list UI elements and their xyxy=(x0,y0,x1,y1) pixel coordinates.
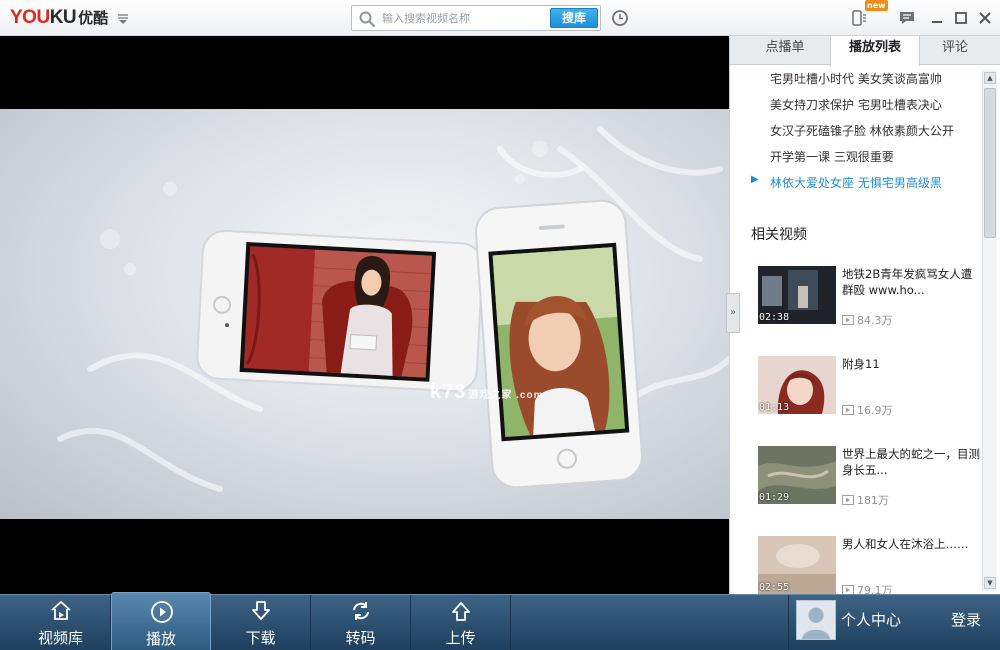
nav-label: 视频库 xyxy=(37,629,83,647)
right-sidebar: 点播单 播放列表 评论 宅男吐槽小时代 美女笑谈高富帅 美女持刀求保护 宅男吐槽… xyxy=(729,36,1000,597)
close-icon[interactable] xyxy=(976,9,994,27)
search-box: 搜库 xyxy=(351,5,601,31)
playlist-item[interactable]: 宅男吐槽小时代 美女笑谈高富帅 xyxy=(730,70,982,96)
play-circle-icon xyxy=(151,601,173,623)
playlist: 宅男吐槽小时代 美女笑谈高富帅 美女持刀求保护 宅男吐槽表决心 女汉子死磕锥子脸… xyxy=(730,70,982,200)
search-button[interactable]: 搜库 xyxy=(550,8,598,28)
related-video-item[interactable]: 02:38 地铁2B青年发疯骂女人遭群殴 www.ho... 84.3万 xyxy=(758,266,982,356)
download-arrow-icon xyxy=(252,601,270,620)
video-thumbnail[interactable]: 01:29 xyxy=(758,446,836,504)
tab-playlist[interactable]: 播放列表 xyxy=(830,36,920,66)
video-thumbnail[interactable]: 01:13 xyxy=(758,356,836,414)
search-input[interactable] xyxy=(382,9,542,27)
nav-download[interactable]: 下载 xyxy=(211,595,311,650)
new-badge: new xyxy=(865,0,888,11)
maximize-icon[interactable] xyxy=(952,9,970,27)
playlist-item-title: 林依大爱处女座 无惧宅男高级黑 xyxy=(770,176,942,190)
video-player[interactable]: k73 游戏之家 .com xyxy=(0,36,729,594)
view-count-value: 84.3万 xyxy=(857,314,893,327)
related-videos-list: 02:38 地铁2B青年发疯骂女人遭群殴 www.ho... 84.3万 01:… xyxy=(758,266,982,626)
video-duration: 02:38 xyxy=(759,312,790,323)
logo-you: YOU xyxy=(10,7,50,28)
nav-label: 播放 xyxy=(145,630,176,648)
nav-convert[interactable]: 转码 xyxy=(311,595,411,650)
login-link[interactable]: 登录 xyxy=(951,609,981,630)
tab-on-demand[interactable]: 点播单 xyxy=(740,36,830,65)
sidebar-tabs: 点播单 播放列表 评论 xyxy=(730,36,1000,66)
tab-comments[interactable]: 评论 xyxy=(910,36,1000,65)
view-count: 16.9万 xyxy=(842,402,893,418)
message-icon[interactable] xyxy=(898,9,916,27)
video-thumbnail[interactable]: 02:38 xyxy=(758,266,836,324)
related-video-title[interactable]: 地铁2B青年发疯骂女人遭群殴 www.ho... xyxy=(842,266,980,298)
menu-dropdown-icon[interactable] xyxy=(116,12,130,26)
scroll-up-arrow-icon[interactable]: ▲ xyxy=(984,72,996,84)
related-video-title[interactable]: 男人和女人在沐浴上…… xyxy=(842,536,980,552)
now-playing-icon: ▶ xyxy=(751,174,759,185)
video-frame[interactable]: k73 游戏之家 .com xyxy=(0,109,729,519)
nav-video-library[interactable]: 视频库 xyxy=(11,595,111,650)
related-video-item[interactable]: 01:29 世界上最大的蛇之一，目测身长五... 181万 xyxy=(758,446,982,536)
convert-icon xyxy=(353,602,369,620)
playlist-item-title: 女汉子死磕锥子脸 林依素颜大公开 xyxy=(770,124,954,138)
scroll-down-arrow-icon[interactable]: ▼ xyxy=(984,577,996,589)
playlist-item[interactable]: 开学第一课 三观很重要 xyxy=(730,148,982,174)
playlist-item-title: 宅男吐槽小时代 美女笑谈高富帅 xyxy=(770,72,942,86)
video-still-image xyxy=(57,126,729,492)
view-count-value: 16.9万 xyxy=(857,404,893,417)
playlist-item[interactable]: 女汉子死磕锥子脸 林依素颜大公开 xyxy=(730,122,982,148)
video-thumbnail[interactable]: 02:55 xyxy=(758,536,836,594)
mobile-sync-icon[interactable] xyxy=(850,9,868,27)
related-video-title[interactable]: 世界上最大的蛇之一，目测身长五... xyxy=(842,446,980,478)
avatar[interactable] xyxy=(796,600,836,640)
user-area: 个人中心 登录 xyxy=(788,595,1000,650)
nav-label: 下载 xyxy=(245,629,276,647)
related-videos-heading: 相关视频 xyxy=(751,227,807,243)
logo-chinese: 优酷 xyxy=(78,9,109,27)
top-bar: YOUKU优酷 搜库 new xyxy=(0,0,1000,36)
video-duration: 01:29 xyxy=(759,492,790,503)
youku-logo: YOU KU 优酷 xyxy=(10,7,108,29)
scrollbar-thumb[interactable] xyxy=(984,88,996,238)
related-video-title[interactable]: 附身11 xyxy=(842,356,980,372)
collapse-sidebar-button[interactable]: » xyxy=(726,293,740,333)
playlist-item-title: 美女持刀求保护 宅男吐槽表决心 xyxy=(770,98,942,112)
playlist-item[interactable]: 美女持刀求保护 宅男吐槽表决心 xyxy=(730,96,982,122)
watermark-main: k73 xyxy=(430,381,467,403)
views-play-icon xyxy=(842,495,854,505)
search-icon xyxy=(359,11,376,28)
watermark-small: 游戏之家 .com xyxy=(468,390,544,401)
user-center-link[interactable]: 个人中心 xyxy=(841,609,901,630)
video-duration: 02:55 xyxy=(759,582,790,593)
playlist-item-title: 开学第一课 三观很重要 xyxy=(770,150,894,164)
minimize-icon[interactable] xyxy=(928,9,946,27)
sidebar-scrollbar[interactable]: ▲ ▼ xyxy=(982,70,997,591)
youku-player-window: YOUKU优酷 搜库 new xyxy=(0,0,1000,650)
history-clock-icon[interactable] xyxy=(611,9,629,27)
related-video-item[interactable]: 01:13 附身11 16.9万 xyxy=(758,356,982,446)
video-duration: 01:13 xyxy=(759,402,790,413)
logo-ku: KU xyxy=(49,7,77,28)
playlist-item-current[interactable]: ▶ 林依大爱处女座 无惧宅男高级黑 xyxy=(730,174,982,200)
nav-play[interactable]: 播放 xyxy=(111,592,211,650)
site-watermark: k73 游戏之家 .com xyxy=(430,381,544,404)
nav-label: 转码 xyxy=(345,629,376,647)
view-count: 84.3万 xyxy=(842,312,893,328)
nav-label: 上传 xyxy=(445,629,476,647)
views-play-icon xyxy=(842,405,854,415)
bottom-nav-bar: 视频库 播放 下载 转码 上传 个人中心 登录 xyxy=(0,592,1000,650)
upload-arrow-icon xyxy=(452,602,470,621)
nav-upload[interactable]: 上传 xyxy=(411,595,511,650)
view-count-value: 181万 xyxy=(857,494,889,507)
view-count: 181万 xyxy=(842,492,889,508)
views-play-icon xyxy=(842,315,854,325)
home-icon xyxy=(51,600,71,620)
